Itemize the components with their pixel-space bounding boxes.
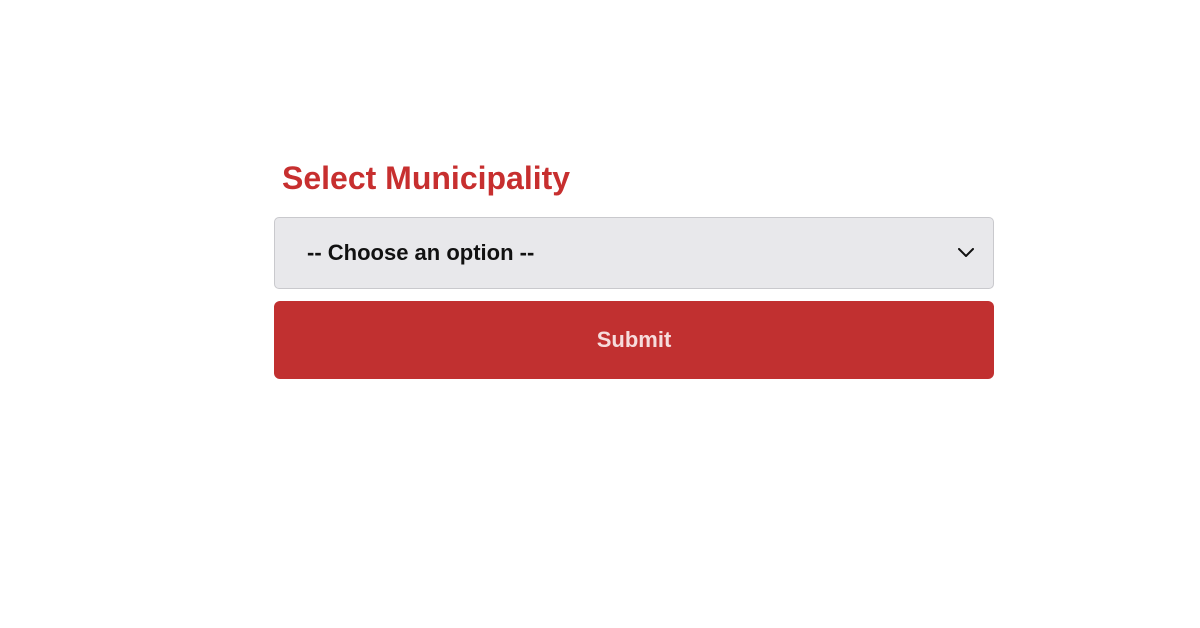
municipality-select[interactable]: -- Choose an option -- xyxy=(274,217,994,289)
municipality-select-wrap: -- Choose an option -- xyxy=(274,217,994,289)
form-title: Select Municipality xyxy=(282,160,994,197)
municipality-select-value: -- Choose an option -- xyxy=(307,240,534,266)
submit-button-label: Submit xyxy=(597,327,672,353)
form-container: Select Municipality -- Choose an option … xyxy=(274,160,994,379)
submit-button[interactable]: Submit xyxy=(274,301,994,379)
